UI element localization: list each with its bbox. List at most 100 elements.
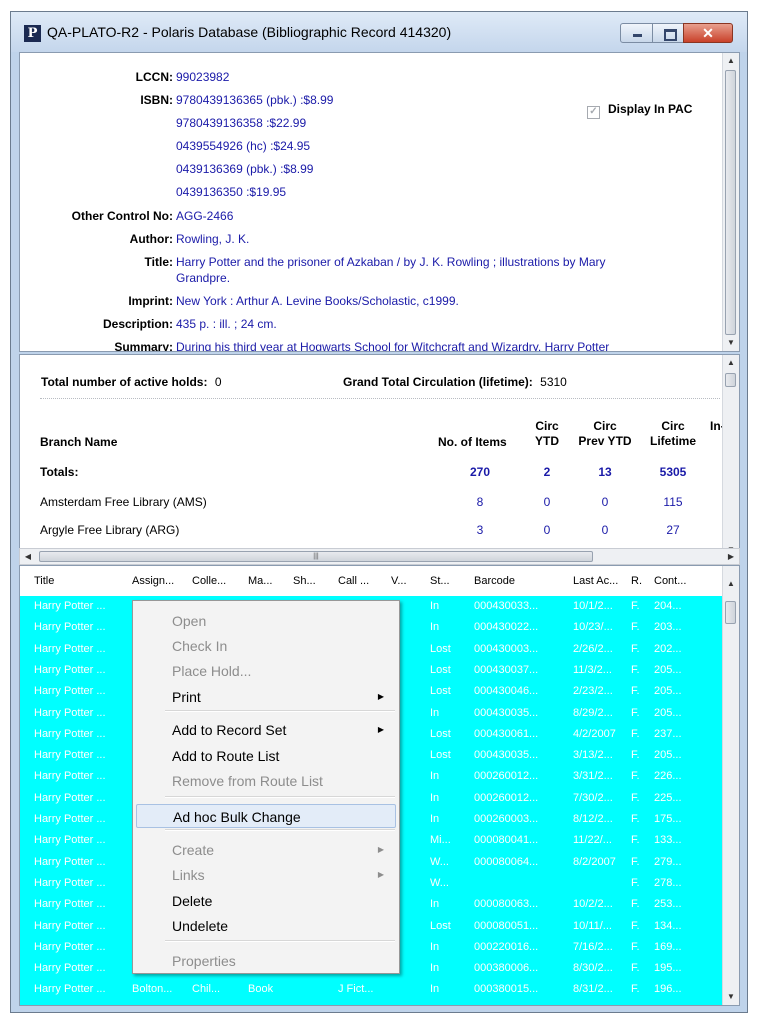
branch-row-ytd: 0 (543, 495, 551, 509)
column-header[interactable]: Colle... (192, 575, 246, 587)
table-cell-last: 8/12/2... (573, 813, 613, 825)
table-cell-last: 7/16/2... (573, 940, 613, 953)
summary-vertical-scrollbar[interactable]: ▲ ▼ (722, 355, 739, 558)
menu-item-print[interactable]: Print ▶ (136, 685, 396, 709)
scroll-left-icon[interactable]: ◀ (20, 549, 36, 564)
table-cell-status: In (430, 706, 440, 719)
table-cell-barcode: 000070104... (474, 1005, 570, 1006)
menu-item-ad-hoc-bulk-change[interactable]: Ad hoc Bulk Change (136, 804, 396, 828)
branch-row-branch: Amsterdam Free Library (AMS) (40, 495, 207, 509)
branch-row-ytd: 0 (543, 523, 551, 537)
table-cell-title: Harry Potter ... (34, 813, 106, 825)
submenu-arrow-icon: ▶ (377, 845, 384, 854)
table-cell-barcode: 000220016... (474, 940, 539, 953)
record-field-value: Rowling, J. K. (176, 232, 250, 246)
scroll-down-icon[interactable]: ▼ (723, 989, 739, 1005)
table-cell-barcode: 000380015... (474, 983, 539, 996)
table-cell-r: F. (631, 983, 640, 996)
menu-item-label: Place Hold... (172, 663, 252, 679)
table-row[interactable]: Harry Potter ...Burnt...Chil...Book J Fic… (20, 1001, 723, 1006)
scroll-right-icon[interactable]: ▶ (723, 549, 739, 564)
maximize-button[interactable] (652, 23, 684, 43)
column-header[interactable]: Sh... (293, 575, 336, 587)
column-header[interactable]: Cont... (654, 575, 698, 587)
menu-item-open[interactable]: Open (136, 609, 396, 633)
record-field-label: Author: (129, 232, 173, 246)
table-cell-r: F. (631, 727, 640, 740)
table-cell-status: In (430, 600, 440, 612)
minimize-button[interactable] (620, 23, 653, 43)
column-header[interactable]: Assign... (132, 575, 190, 587)
table-cell-title: Harry Potter ... (34, 663, 106, 676)
menu-item-undelete[interactable]: Undelete (136, 914, 396, 938)
branch-row-items: 8 (476, 495, 484, 509)
table-cell-barcode: 000430061... (474, 727, 539, 740)
record-vertical-scrollbar[interactable]: ▲ ▼ (722, 53, 739, 351)
table-cell-r: F. (631, 813, 640, 825)
table-row[interactable]: Harry Potter ... Bolton... Chil... Book J Fi… (20, 979, 723, 1000)
table-cell-status: Lost (430, 642, 451, 655)
menu-item-links[interactable]: Links ▶ (136, 863, 396, 887)
table-cell-cont: 226... (654, 770, 682, 783)
menu-item-label: Open (172, 613, 207, 629)
menu-item-create[interactable]: Create ▶ (136, 838, 396, 862)
branch-row-life: 115 (663, 495, 683, 509)
menu-item-label: Undelete (172, 918, 229, 934)
summary-horizontal-scrollbar[interactable]: ◀ ||| ▶ (19, 548, 740, 565)
totals-circ-prev-ytd: 13 (598, 465, 612, 479)
column-header[interactable]: St... (430, 575, 470, 587)
column-header[interactable]: Ma... (248, 575, 291, 587)
table-cell-status: In (430, 898, 440, 911)
menu-item-add-to-record-set[interactable]: Add to Record Set ▶ (136, 718, 396, 742)
menu-item-add-to-route-list[interactable]: Add to Route List (136, 744, 396, 768)
scroll-up-icon[interactable]: ▲ (723, 576, 739, 592)
table-cell-barcode: 000430046... (474, 685, 539, 698)
table-cell-r: F. (631, 706, 640, 719)
menu-item-check-in[interactable]: Check In (136, 634, 396, 658)
table-cell-last: 8/31/2... (573, 983, 613, 996)
menu-item-properties[interactable]: Properties (136, 949, 396, 973)
menu-item-remove-from-route-list[interactable]: Remove from Route List (136, 769, 396, 793)
close-button[interactable]: ✕ (683, 23, 733, 43)
menu-separator (165, 710, 395, 712)
table-cell-title: Harry Potter ... (34, 876, 106, 889)
table-cell-r: F. (631, 749, 640, 762)
scroll-thumb[interactable] (725, 70, 736, 335)
scroll-thumb[interactable] (725, 373, 736, 387)
menu-item-place-hold[interactable]: Place Hold... (136, 659, 396, 683)
record-field-label: Summary: (114, 340, 173, 352)
table-cell-last: 10/23/... (573, 621, 613, 634)
menu-item-label: Print (172, 689, 201, 705)
col-circ-prev-ytd: Circ Prev YTD (571, 419, 639, 449)
column-header[interactable]: Last Ac... (573, 575, 629, 587)
column-header[interactable]: Call ... (338, 575, 388, 587)
table-cell-barcode: 000080063... (474, 898, 539, 911)
table-cell-barcode: 000260012... (474, 791, 539, 804)
scroll-thumb[interactable] (725, 601, 736, 624)
menu-separator (165, 940, 395, 942)
totals-items: 270 (469, 465, 491, 479)
items-vertical-scrollbar[interactable]: ▲ ▼ (722, 566, 739, 1005)
table-cell-status: In (430, 940, 440, 953)
scroll-up-icon[interactable]: ▲ (723, 355, 739, 371)
menu-item-delete[interactable]: Delete (136, 889, 396, 913)
table-cell-status: Lost (430, 727, 451, 740)
scroll-up-icon[interactable]: ▲ (723, 53, 739, 69)
scroll-thumb[interactable]: ||| (39, 551, 593, 562)
table-cell-status: W... (430, 876, 449, 889)
menu-separator (165, 796, 395, 798)
column-header[interactable]: R. (631, 575, 651, 587)
title-bar[interactable]: P QA-PLATO-R2 - Polaris Database (Biblio… (11, 12, 747, 52)
column-header[interactable]: Barcode (474, 575, 570, 587)
table-cell-cont: 175... (654, 813, 682, 825)
scroll-down-icon[interactable]: ▼ (723, 335, 739, 351)
table-cell-status: Lost (430, 663, 451, 676)
column-header[interactable]: Title (34, 575, 129, 587)
table-cell-cont: 253... (654, 898, 682, 911)
display-in-pac-checkbox[interactable]: ✓ Display In PAC (587, 102, 692, 119)
table-cell-r: F. (631, 685, 640, 698)
table-cell-title: Harry Potter ... (34, 621, 106, 634)
table-cell-status: Lost (430, 749, 451, 762)
column-header[interactable]: V... (391, 575, 427, 587)
grand-total-circulation: Grand Total Circulation (lifetime): 5310 (343, 375, 567, 389)
